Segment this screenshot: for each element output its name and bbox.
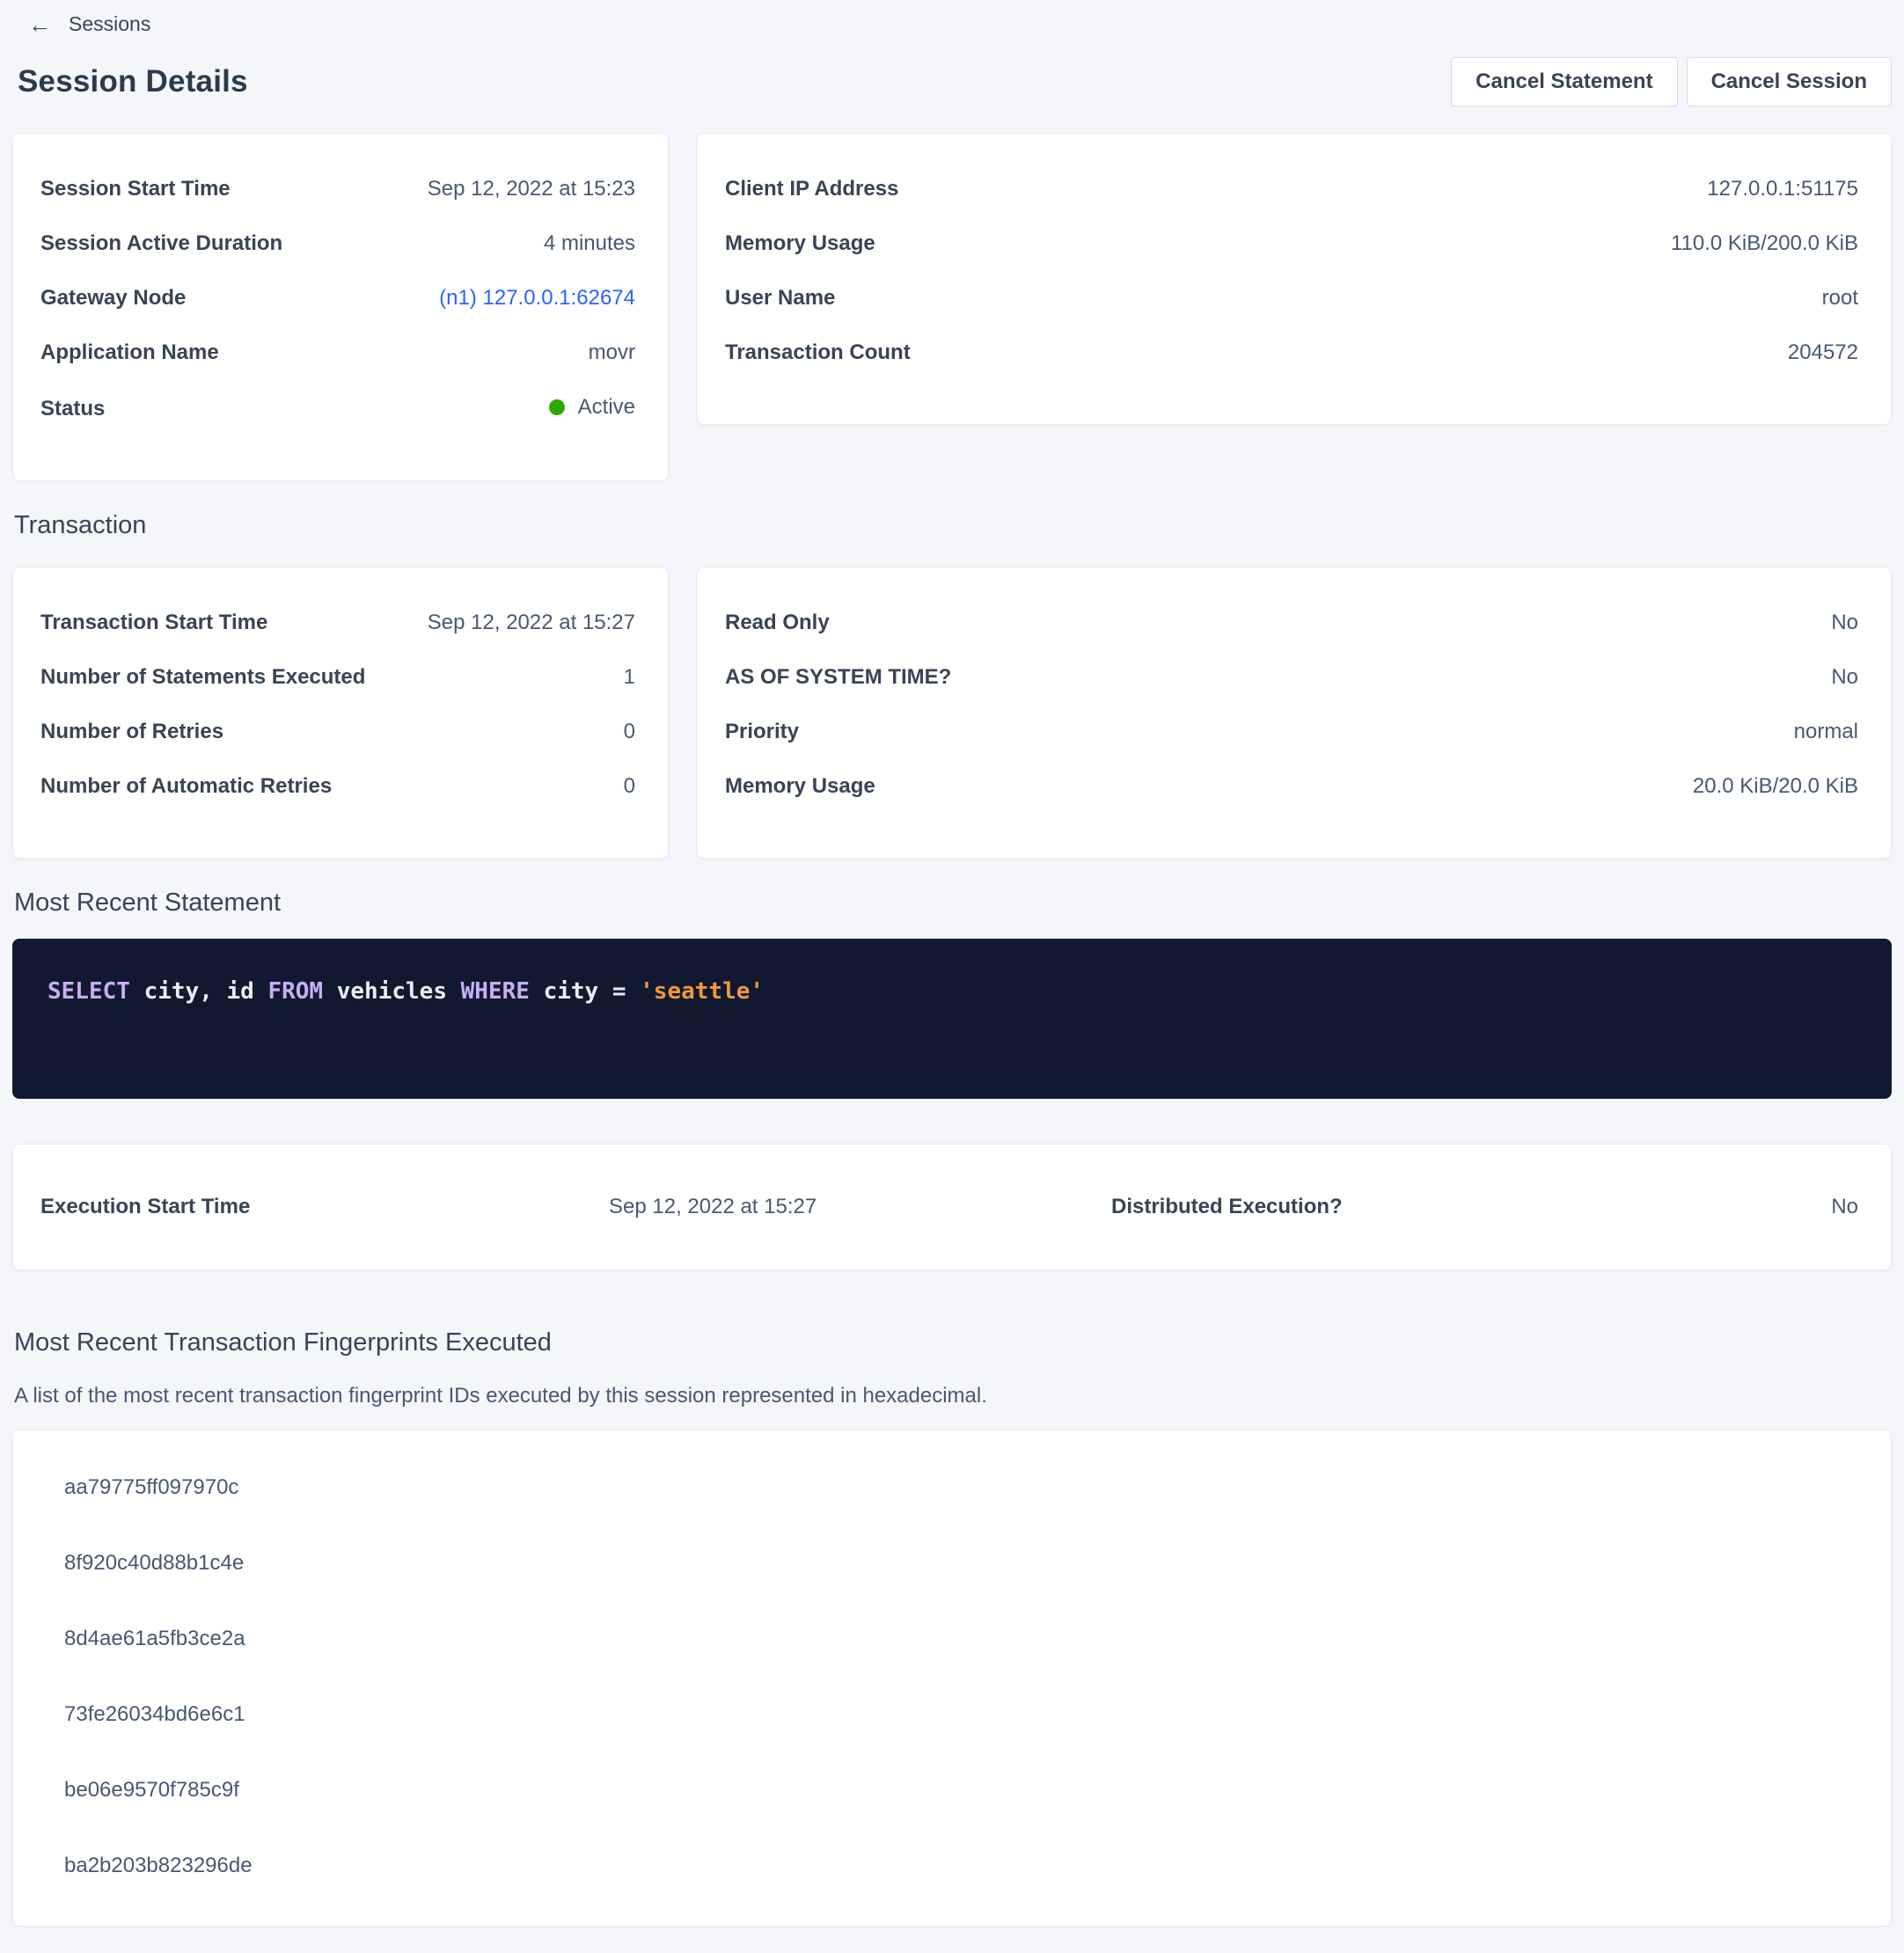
fingerprints-card: aa79775ff097970c 8f920c40d88b1c4e 8d4ae6… (12, 1430, 1892, 1927)
distributed-execution-label: Distributed Execution? (1111, 1194, 1831, 1220)
session-details-page: ← Sessions Session Details Cancel Statem… (0, 0, 1904, 1953)
sql-columns: city, id (130, 978, 268, 1005)
transaction-memory-usage-row: Memory Usage 20.0 KiB/20.0 KiB (725, 773, 1858, 800)
as-of-system-time-label: AS OF SYSTEM TIME? (725, 664, 951, 691)
read-only-row: Read Only No (725, 610, 1858, 636)
fingerprint-item: 8d4ae61a5fb3ce2a (64, 1626, 1864, 1652)
gateway-node-row: Gateway Node (n1) 127.0.0.1:62674 (40, 285, 635, 311)
cancel-statement-button[interactable]: Cancel Statement (1451, 57, 1677, 106)
status-row: Status Active (40, 394, 635, 422)
client-ip-label: Client IP Address (725, 176, 898, 202)
transaction-memory-usage-label: Memory Usage (725, 773, 875, 800)
fingerprint-item: aa79775ff097970c (64, 1474, 1864, 1501)
status-badge: Active (549, 394, 635, 421)
sql-table: vehicles (323, 978, 461, 1005)
read-only-label: Read Only (725, 610, 830, 636)
session-summary: Session Start Time Sep 12, 2022 at 15:23… (12, 133, 1892, 481)
session-memory-usage-row: Memory Usage 110.0 KiB/200.0 KiB (725, 230, 1858, 257)
statements-executed-label: Number of Statements Executed (40, 664, 365, 691)
user-name-row: User Name root (725, 285, 1858, 311)
user-name-value: root (1822, 285, 1858, 311)
transaction-start-time-value: Sep 12, 2022 at 15:27 (428, 610, 635, 636)
back-arrow-icon: ← (28, 13, 51, 36)
as-of-system-time-row: AS OF SYSTEM TIME? No (725, 664, 1858, 691)
sql-string-literal: 'seattle' (640, 978, 764, 1005)
session-active-duration-row: Session Active Duration 4 minutes (40, 230, 635, 257)
client-ip-row: Client IP Address 127.0.0.1:51175 (725, 176, 1858, 202)
session-summary-right-card: Client IP Address 127.0.0.1:51175 Memory… (697, 133, 1892, 425)
priority-value: normal (1794, 719, 1858, 745)
session-active-duration-value: 4 minutes (544, 230, 635, 257)
sql-predicate: city = (530, 978, 640, 1005)
application-name-value: movr (589, 340, 635, 366)
sql-statement-text: SELECT city, id FROM vehicles WHERE city… (48, 976, 1856, 1007)
fingerprint-item: 8f920c40d88b1c4e (64, 1550, 1864, 1576)
transaction-left-card: Transaction Start Time Sep 12, 2022 at 1… (12, 567, 669, 859)
retries-label: Number of Retries (40, 719, 223, 745)
sql-statement-block: SELECT city, id FROM vehicles WHERE city… (12, 939, 1892, 1099)
gateway-node-link[interactable]: (n1) 127.0.0.1:62674 (439, 285, 635, 311)
retries-value: 0 (624, 719, 635, 745)
fingerprints-description: A list of the most recent transaction fi… (12, 1384, 1892, 1408)
transaction-count-row: Transaction Count 204572 (725, 340, 1858, 366)
application-name-row: Application Name movr (40, 340, 635, 366)
transaction-summary: Transaction Start Time Sep 12, 2022 at 1… (12, 567, 1892, 859)
execution-start-time-label: Execution Start Time (40, 1194, 609, 1220)
session-memory-usage-label: Memory Usage (725, 230, 875, 257)
sql-keyword-select: SELECT (48, 978, 130, 1005)
statements-executed-value: 1 (624, 664, 635, 691)
cancel-session-button[interactable]: Cancel Session (1687, 57, 1892, 106)
status-label: Status (40, 396, 105, 422)
transaction-memory-usage-value: 20.0 KiB/20.0 KiB (1693, 773, 1858, 800)
transaction-start-time-label: Transaction Start Time (40, 610, 267, 636)
automatic-retries-value: 0 (624, 773, 635, 800)
breadcrumb-back-sessions[interactable]: ← Sessions (12, 9, 150, 36)
user-name-label: User Name (725, 285, 835, 311)
breadcrumb-label: Sessions (69, 12, 150, 36)
fingerprint-item: 73fe26034bd6e6c1 (64, 1701, 1864, 1728)
as-of-system-time-value: No (1831, 664, 1858, 691)
status-active-dot-icon (549, 399, 565, 415)
transaction-count-value: 204572 (1788, 340, 1858, 366)
read-only-value: No (1831, 610, 1858, 636)
sql-keyword-from: FROM (267, 978, 323, 1005)
session-memory-usage-value: 110.0 KiB/200.0 KiB (1671, 230, 1858, 257)
session-active-duration-label: Session Active Duration (40, 230, 282, 257)
session-summary-left-card: Session Start Time Sep 12, 2022 at 15:23… (12, 133, 669, 481)
statements-executed-row: Number of Statements Executed 1 (40, 664, 635, 691)
transaction-start-time-row: Transaction Start Time Sep 12, 2022 at 1… (40, 610, 635, 636)
priority-label: Priority (725, 719, 799, 745)
distributed-execution-value: No (1831, 1194, 1858, 1220)
status-value: Active (578, 394, 635, 421)
fingerprint-item: be06e9570f785c9f (64, 1777, 1864, 1803)
transaction-section-title: Transaction (12, 511, 1892, 540)
gateway-node-label: Gateway Node (40, 285, 186, 311)
fingerprint-item: ba2b203b823296de (64, 1853, 1864, 1879)
transaction-right-card: Read Only No AS OF SYSTEM TIME? No Prior… (697, 567, 1892, 859)
execution-start-time-value: Sep 12, 2022 at 15:27 (609, 1194, 1111, 1220)
header-actions: Cancel Statement Cancel Session (1451, 57, 1892, 106)
automatic-retries-label: Number of Automatic Retries (40, 773, 332, 800)
transaction-count-label: Transaction Count (725, 340, 911, 366)
client-ip-value: 127.0.0.1:51175 (1707, 176, 1858, 202)
fingerprints-section-title: Most Recent Transaction Fingerprints Exe… (12, 1328, 1892, 1357)
session-start-time-label: Session Start Time (40, 176, 231, 202)
sql-keyword-where: WHERE (461, 978, 530, 1005)
page-header: Session Details Cancel Statement Cancel … (12, 57, 1892, 106)
session-start-time-value: Sep 12, 2022 at 15:23 (428, 176, 635, 202)
priority-row: Priority normal (725, 719, 1858, 745)
page-title: Session Details (18, 64, 248, 99)
application-name-label: Application Name (40, 340, 219, 366)
retries-row: Number of Retries 0 (40, 719, 635, 745)
execution-details-card: Execution Start Time Sep 12, 2022 at 15:… (12, 1144, 1892, 1270)
automatic-retries-row: Number of Automatic Retries 0 (40, 773, 635, 800)
statement-section-title: Most Recent Statement (12, 889, 1892, 918)
session-start-time-row: Session Start Time Sep 12, 2022 at 15:23 (40, 176, 635, 202)
